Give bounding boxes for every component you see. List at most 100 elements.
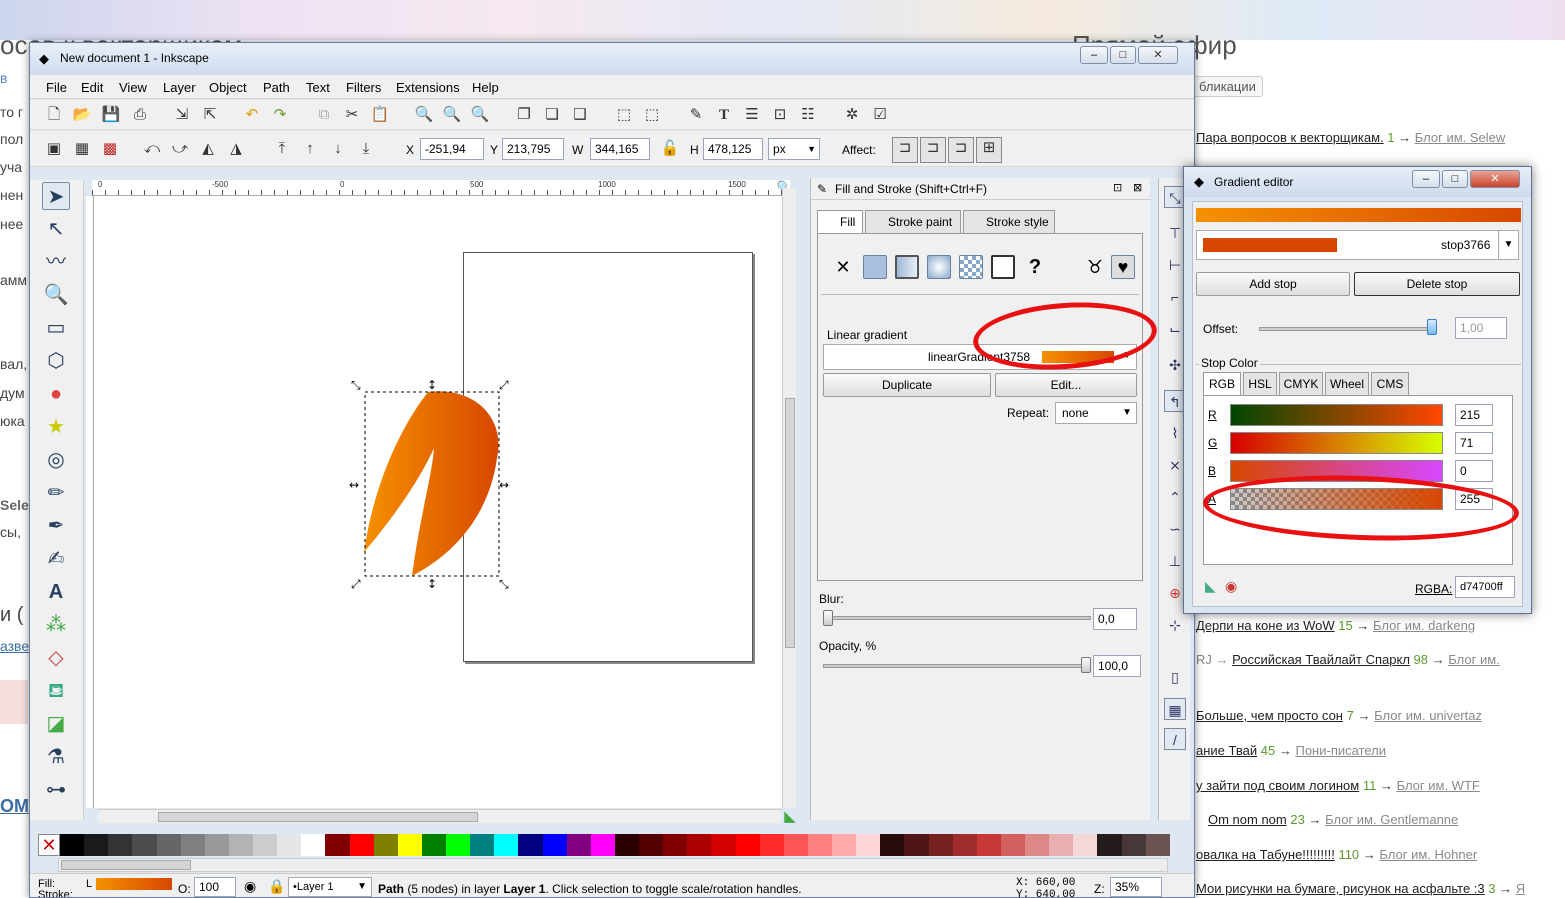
text-font-icon[interactable]: T (714, 105, 734, 125)
ge-maximize-button[interactable]: □ (1442, 170, 1468, 188)
node-tool-icon[interactable]: ↖ (42, 215, 70, 243)
palette-swatch[interactable] (1049, 834, 1074, 856)
feed-item[interactable]: Om nom nom 23 → Блог им. Gentlemanne (1208, 812, 1458, 827)
palette-swatch[interactable] (397, 834, 422, 856)
palette-swatch[interactable] (832, 834, 857, 856)
duplicate-icon[interactable]: ❐ (514, 105, 534, 125)
transform-pattern-icon[interactable]: ⊞ (976, 137, 1002, 163)
y-input[interactable]: 213,795 (502, 138, 564, 160)
palette-swatch[interactable] (108, 834, 133, 856)
feed-blog[interactable]: Блог им. Gentlemanne (1325, 812, 1458, 827)
lower-to-bottom-icon[interactable]: ⤓ (356, 139, 376, 159)
tab-cmyk[interactable]: CMYK (1279, 372, 1323, 396)
feed-title[interactable]: ание Твай (1196, 743, 1257, 758)
lower-icon[interactable]: ↓ (328, 139, 348, 159)
rotate-cw-icon[interactable]: ⤻ (170, 139, 190, 159)
palette-swatch[interactable] (687, 834, 712, 856)
feed-item[interactable]: RJ → Российская Твайлайт Спаркл 98 → Бло… (1196, 652, 1500, 667)
fill-swatch[interactable] (96, 878, 172, 890)
add-stop-button[interactable]: Add stop (1196, 272, 1350, 296)
drawing-canvas[interactable]: ⤡ ↕ ⤢ ↔ ↔ ⤢ ↕ ⤡ (94, 196, 790, 808)
palette-swatch[interactable] (856, 834, 881, 856)
blur-slider[interactable] (823, 616, 1091, 620)
w-input[interactable]: 344,165 (590, 138, 650, 160)
save-icon[interactable]: 💾 (101, 105, 121, 125)
tab-wheel[interactable]: Wheel (1325, 372, 1369, 396)
new-document-icon[interactable]: 🗋 (44, 105, 64, 125)
lock-icon[interactable]: 🔒 (268, 878, 285, 895)
feed-title[interactable]: Om nom nom (1208, 812, 1287, 827)
export-icon[interactable]: ⇱ (200, 105, 220, 125)
palette-swatch[interactable] (976, 834, 1001, 856)
gradient-tool-icon[interactable]: ◪ (42, 710, 70, 738)
rectangle-tool-icon[interactable]: ▭ (42, 314, 70, 342)
undo-icon[interactable]: ↶ (242, 105, 262, 125)
palette-swatch[interactable] (542, 834, 567, 856)
repeat-select[interactable]: none ▼ (1055, 402, 1137, 424)
no-color-swatch[interactable]: ✕ (38, 834, 60, 856)
palette-swatch[interactable] (156, 834, 181, 856)
palette-swatch[interactable] (1073, 834, 1098, 856)
redo-icon[interactable]: ↷ (270, 105, 290, 125)
palette-swatch[interactable] (1145, 834, 1170, 856)
radial-gradient-icon[interactable] (927, 255, 951, 279)
connector-tool-icon[interactable]: ⊶ (42, 776, 70, 804)
ge-minimize-button[interactable]: – (1412, 170, 1440, 188)
snap-page-border-icon[interactable]: ▯ (1164, 666, 1186, 688)
tab-hsl[interactable]: HSL (1243, 372, 1277, 396)
feed-item[interactable]: Дерпи на коне из WoW 15 → Блог им. darke… (1196, 618, 1475, 633)
palette-swatch[interactable] (228, 834, 253, 856)
cms-adjust-icon[interactable]: ◣ (780, 807, 800, 827)
menu-help[interactable]: Help (472, 80, 499, 95)
channel-g-slider[interactable] (1230, 432, 1443, 454)
zoom-tool-icon[interactable]: 🔍 (42, 281, 70, 309)
select-all-icon[interactable]: ▣ (44, 139, 64, 159)
paste-icon[interactable]: 📋 (370, 105, 390, 125)
delete-stop-button[interactable]: Delete stop (1354, 272, 1520, 296)
palette-swatch[interactable] (904, 834, 929, 856)
minimize-button[interactable]: – (1080, 46, 1108, 64)
palette-swatch[interactable] (711, 834, 736, 856)
opacity-slider-thumb[interactable] (1081, 657, 1091, 673)
menu-path[interactable]: Path (263, 80, 290, 95)
group-icon[interactable]: ⬚ (614, 105, 634, 125)
fill-rule-nonzero-icon[interactable]: ♥ (1111, 255, 1135, 279)
palette-scroll-thumb[interactable] (61, 860, 191, 870)
menu-file[interactable]: File (46, 80, 67, 95)
eraser-tool-icon[interactable]: ◇ (42, 644, 70, 672)
tab-stroke-style[interactable]: Stroke style (963, 210, 1055, 234)
feed-title[interactable]: Пара вопросов к векторщикам. (1196, 130, 1384, 145)
opacity-input[interactable]: 100,0 (1093, 655, 1141, 677)
pencil-tool-icon[interactable]: ✏ (42, 479, 70, 507)
palette-swatch[interactable] (735, 834, 760, 856)
no-paint-icon[interactable]: ✕ (831, 255, 855, 279)
eye-visibility-icon[interactable]: ◉ (244, 878, 256, 895)
palette-swatch[interactable] (204, 834, 229, 856)
palette-swatch[interactable] (253, 834, 278, 856)
blur-input[interactable]: 0,0 (1093, 608, 1137, 630)
open-icon[interactable]: 📂 (72, 105, 92, 125)
menu-text[interactable]: Text (306, 80, 330, 95)
palette-swatch[interactable] (663, 834, 688, 856)
feed-blog[interactable]: Блог им. (1448, 652, 1500, 667)
feed-title[interactable]: овалка на Табуне!!!!!!!!! (1196, 847, 1335, 862)
zoom-input[interactable]: 35% (1110, 877, 1162, 897)
palette-swatch[interactable] (60, 834, 85, 856)
snap-rotation-center-icon[interactable]: ⊹ (1164, 614, 1186, 636)
feed-item[interactable]: Больше, чем просто сон 7 → Блог им. univ… (1196, 708, 1482, 723)
h-input[interactable]: 478,125 (703, 138, 763, 160)
opacity-slider[interactable] (823, 664, 1091, 668)
feed-item[interactable]: Пара вопросов к векторщикам. 1 → Блог им… (1196, 130, 1505, 145)
palette-swatch[interactable] (639, 834, 664, 856)
palette-swatch[interactable] (349, 834, 374, 856)
tab-rgb[interactable]: RGB (1203, 372, 1241, 396)
flat-color-icon[interactable] (863, 255, 887, 279)
window-titlebar[interactable]: ◆ New document 1 - Inkscape – □ ✕ (30, 43, 1194, 75)
tweak-tool-icon[interactable]: 〰 (42, 248, 70, 276)
palette-swatch[interactable] (446, 834, 471, 856)
feed-title[interactable]: у зайти под своим логином (1196, 778, 1359, 793)
feed-blog[interactable]: Блог им. Selew (1415, 130, 1506, 145)
channel-g-input[interactable]: 71 (1455, 432, 1493, 454)
menu-filters[interactable]: Filters (346, 80, 381, 95)
stop-select[interactable]: stop3766 ▼ (1196, 230, 1519, 260)
